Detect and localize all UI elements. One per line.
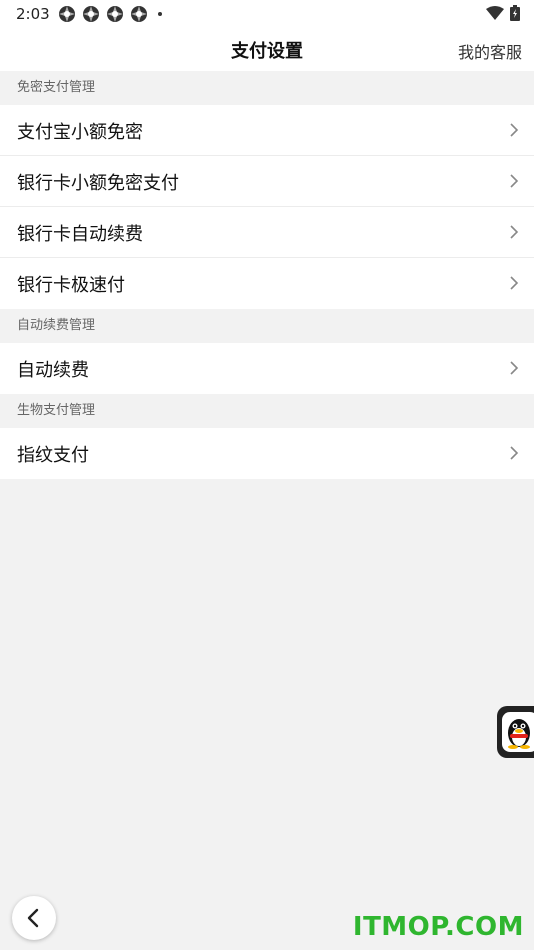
battery-icon bbox=[510, 5, 520, 21]
section-title-biometric: 生物支付管理 bbox=[0, 394, 534, 428]
qq-float-button[interactable] bbox=[497, 706, 534, 758]
list-item-auto-renew[interactable]: 自动续费 bbox=[0, 343, 534, 394]
chevron-right-icon bbox=[510, 174, 519, 188]
list-item-bankcard-small-free[interactable]: 银行卡小额免密支付 bbox=[0, 156, 534, 207]
qq-float-inner bbox=[502, 712, 534, 752]
section-title-auto-renew: 自动续费管理 bbox=[0, 309, 534, 343]
list-item-label: 银行卡小额免密支付 bbox=[17, 173, 179, 194]
list-item-label: 自动续费 bbox=[17, 360, 89, 381]
section-password-free: 支付宝小额免密 银行卡小额免密支付 银行卡自动续费 银行卡极速付 bbox=[0, 105, 534, 309]
page-title: 支付设置 bbox=[231, 41, 303, 62]
chevron-right-icon bbox=[510, 361, 519, 375]
wifi-icon bbox=[486, 6, 504, 20]
customer-service-link[interactable]: 我的客服 bbox=[458, 39, 522, 63]
more-notifications-dot bbox=[158, 12, 162, 16]
list-item-bankcard-auto-renew[interactable]: 银行卡自动续费 bbox=[0, 207, 534, 258]
app-notification-icon bbox=[107, 6, 123, 22]
chevron-right-icon bbox=[510, 446, 519, 460]
chevron-right-icon bbox=[510, 123, 519, 137]
status-time: 2:03 bbox=[16, 5, 50, 23]
status-system-icons bbox=[486, 5, 520, 21]
app-notification-icon bbox=[83, 6, 99, 22]
list-item-label: 银行卡自动续费 bbox=[17, 224, 143, 245]
app-notification-icon bbox=[131, 6, 147, 22]
list-item-bankcard-express-pay[interactable]: 银行卡极速付 bbox=[0, 258, 534, 309]
chevron-left-icon bbox=[27, 908, 39, 928]
list-item-label: 银行卡极速付 bbox=[17, 275, 125, 296]
app-notification-icon bbox=[59, 6, 75, 22]
watermark-text: ITMOP.COM bbox=[352, 912, 524, 942]
status-notification-icons bbox=[58, 5, 162, 23]
chevron-right-icon bbox=[510, 225, 519, 239]
section-auto-renew: 自动续费 bbox=[0, 343, 534, 394]
chevron-right-icon bbox=[510, 276, 519, 290]
list-item-label: 支付宝小额免密 bbox=[17, 122, 143, 143]
section-biometric: 指纹支付 bbox=[0, 428, 534, 479]
list-item-alipay-small-free[interactable]: 支付宝小额免密 bbox=[0, 105, 534, 156]
list-item-fingerprint-pay[interactable]: 指纹支付 bbox=[0, 428, 534, 479]
app-header: 支付设置 我的客服 bbox=[0, 28, 534, 71]
qq-penguin-icon bbox=[508, 719, 530, 749]
list-item-label: 指纹支付 bbox=[17, 445, 89, 466]
back-button[interactable] bbox=[12, 896, 56, 940]
status-bar: 2:03 bbox=[0, 0, 534, 28]
section-title-password-free: 免密支付管理 bbox=[0, 71, 534, 105]
